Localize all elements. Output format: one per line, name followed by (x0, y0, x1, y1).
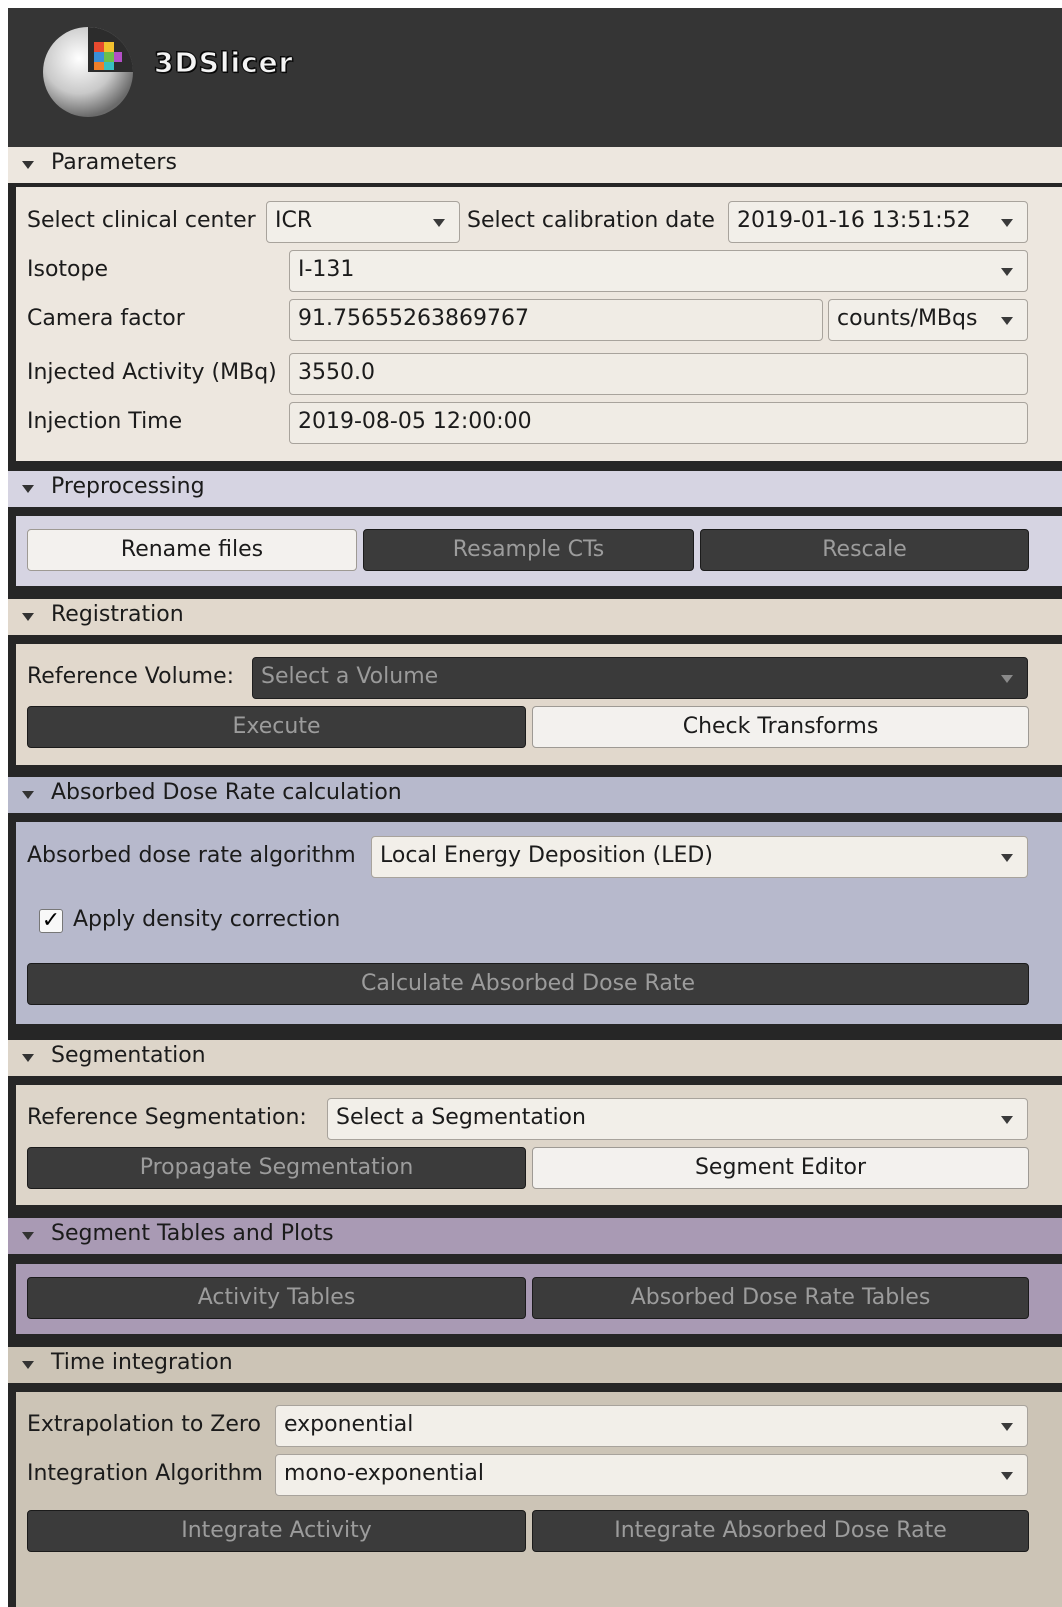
chevron-down-icon (1001, 1472, 1013, 1480)
reference-segmentation-select[interactable]: Select a Segmentation (327, 1098, 1028, 1140)
extrapolation-label: Extrapolation to Zero (27, 1412, 261, 1437)
integrate-dose-rate-button[interactable]: Integrate Absorbed Dose Rate (532, 1510, 1029, 1552)
preprocessing-panel: Rename files Resample CTs Rescale (16, 516, 1062, 586)
density-correction-label: Apply density correction (73, 907, 341, 932)
select-value: counts/MBqs (837, 306, 978, 331)
tables-panel: Activity Tables Absorbed Dose Rate Table… (16, 1264, 1062, 1334)
integration-algorithm-label: Integration Algorithm (27, 1461, 263, 1486)
module-panel: 3DSlicer Parameters Select clinical cent… (8, 8, 1062, 1607)
isotope-label: Isotope (27, 257, 108, 282)
resample-cts-button[interactable]: Resample CTs (363, 529, 694, 571)
integrate-activity-button[interactable]: Integrate Activity (27, 1510, 526, 1552)
section-title: Parameters (51, 150, 177, 175)
registration-panel: Reference Volume: Select a Volume Execut… (16, 644, 1062, 765)
checkmark-icon: ✓ (41, 908, 61, 933)
input-value: 91.75655263869767 (298, 306, 529, 331)
collapse-arrow-icon (22, 485, 34, 493)
section-title: Segment Tables and Plots (51, 1221, 334, 1246)
collapse-arrow-icon (22, 1232, 34, 1240)
select-value: 2019-01-16 13:51:52 (737, 208, 971, 233)
section-header-parameters[interactable]: Parameters (8, 147, 1062, 183)
select-placeholder: Select a Volume (261, 664, 439, 689)
select-value: Select a Segmentation (336, 1105, 586, 1130)
section-header-preprocessing[interactable]: Preprocessing (8, 471, 1062, 507)
time-integration-panel: Extrapolation to Zero exponential Integr… (16, 1392, 1062, 1607)
collapse-arrow-icon (22, 1054, 34, 1062)
segmentation-panel: Reference Segmentation: Select a Segment… (16, 1085, 1062, 1205)
collapse-arrow-icon (22, 791, 34, 799)
section-header-tables[interactable]: Segment Tables and Plots (8, 1218, 1062, 1254)
collapse-arrow-icon (22, 613, 34, 621)
collapse-arrow-icon (22, 161, 34, 169)
clinical-center-select[interactable]: ICR (266, 201, 460, 243)
segment-editor-button[interactable]: Segment Editor (532, 1147, 1029, 1189)
activity-tables-button[interactable]: Activity Tables (27, 1277, 526, 1319)
injected-activity-label: Injected Activity (MBq) (27, 360, 277, 385)
injected-activity-input[interactable]: 3550.0 (289, 353, 1028, 395)
reference-volume-select[interactable]: Select a Volume (252, 657, 1028, 699)
extrapolation-select[interactable]: exponential (275, 1405, 1028, 1447)
isotope-select[interactable]: I-131 (289, 250, 1028, 292)
propagate-segmentation-button[interactable]: Propagate Segmentation (27, 1147, 526, 1189)
select-value: I-131 (298, 257, 355, 282)
calibration-date-label: Select calibration date (467, 208, 715, 233)
camera-factor-label: Camera factor (27, 306, 185, 331)
integration-algorithm-select[interactable]: mono-exponential (275, 1454, 1028, 1496)
calculate-dose-rate-button[interactable]: Calculate Absorbed Dose Rate (27, 963, 1029, 1005)
dose-algorithm-select[interactable]: Local Energy Deposition (LED) (371, 836, 1028, 878)
density-correction-checkbox[interactable]: ✓ (39, 909, 63, 933)
app-header: 3DSlicer (8, 8, 1062, 147)
section-header-dose-rate[interactable]: Absorbed Dose Rate calculation (8, 777, 1062, 813)
injection-time-input[interactable]: 2019-08-05 12:00:00 (289, 402, 1028, 444)
reference-segmentation-label: Reference Segmentation: (27, 1105, 307, 1130)
chevron-down-icon (1001, 854, 1013, 862)
chevron-down-icon (1001, 219, 1013, 227)
chevron-down-icon (1001, 1423, 1013, 1431)
chevron-down-icon (1001, 675, 1013, 683)
section-header-time-integration[interactable]: Time integration (8, 1347, 1062, 1383)
rescale-button[interactable]: Rescale (700, 529, 1029, 571)
select-value: Local Energy Deposition (LED) (380, 843, 713, 868)
chevron-down-icon (1001, 1116, 1013, 1124)
section-title: Preprocessing (51, 474, 205, 499)
section-title: Absorbed Dose Rate calculation (51, 780, 402, 805)
clinical-center-label: Select clinical center (27, 208, 256, 233)
chevron-down-icon (433, 219, 445, 227)
section-title: Registration (51, 602, 184, 627)
select-value: mono-exponential (284, 1461, 484, 1486)
rename-files-button[interactable]: Rename files (27, 529, 357, 571)
select-value: ICR (275, 208, 313, 233)
calibration-date-select[interactable]: 2019-01-16 13:51:52 (728, 201, 1028, 243)
section-header-registration[interactable]: Registration (8, 599, 1062, 635)
slicer-logo-icon (43, 27, 133, 117)
chevron-down-icon (1001, 317, 1013, 325)
section-title: Time integration (51, 1350, 233, 1375)
input-value: 2019-08-05 12:00:00 (298, 409, 532, 434)
dose-rate-panel: Absorbed dose rate algorithm Local Energ… (16, 822, 1062, 1024)
reference-volume-label: Reference Volume: (27, 664, 235, 689)
execute-button[interactable]: Execute (27, 706, 526, 748)
chevron-down-icon (1001, 268, 1013, 276)
app-name: 3DSlicer (153, 46, 294, 80)
dose-algorithm-label: Absorbed dose rate algorithm (27, 843, 356, 868)
section-title: Segmentation (51, 1043, 206, 1068)
select-value: exponential (284, 1412, 414, 1437)
dose-rate-tables-button[interactable]: Absorbed Dose Rate Tables (532, 1277, 1029, 1319)
section-header-segmentation[interactable]: Segmentation (8, 1040, 1062, 1076)
parameters-panel: Select clinical center ICR Select calibr… (16, 187, 1062, 461)
check-transforms-button[interactable]: Check Transforms (532, 706, 1029, 748)
collapse-arrow-icon (22, 1361, 34, 1369)
camera-factor-unit-select[interactable]: counts/MBqs (828, 299, 1028, 341)
injection-time-label: Injection Time (27, 409, 183, 434)
camera-factor-input[interactable]: 91.75655263869767 (289, 299, 823, 341)
input-value: 3550.0 (298, 360, 375, 385)
